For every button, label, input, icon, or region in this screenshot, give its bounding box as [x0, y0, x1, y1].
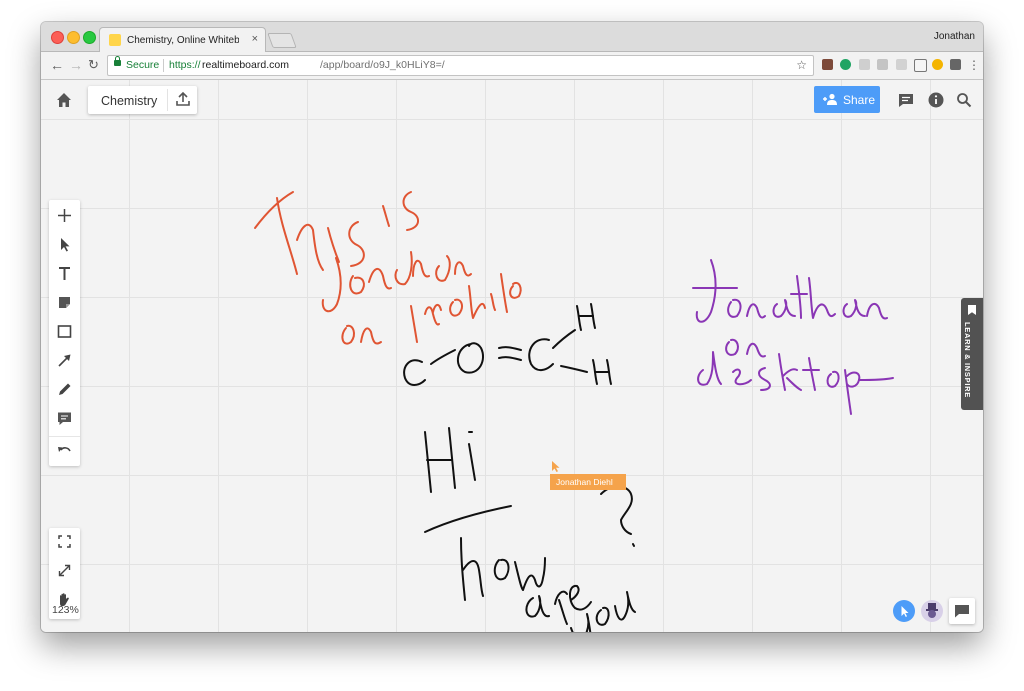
- bookmark-star-icon[interactable]: ☆: [796, 58, 807, 72]
- tab-title: Chemistry, Online Whiteboard: [127, 35, 239, 46]
- rectangle-icon[interactable]: [55, 322, 74, 341]
- collaborator-cursor-label: Jonathan Diehl: [550, 474, 626, 490]
- chemistry-structure: [403, 303, 612, 386]
- desktop-handwriting: [692, 259, 894, 415]
- extension-icon-2[interactable]: [840, 59, 851, 70]
- browser-toolbar: ← → ↻ Secure https:// realtimeboard.com …: [41, 52, 983, 80]
- cursor-mode-button[interactable]: [893, 600, 915, 622]
- add-user-icon: [823, 93, 837, 105]
- bookmark-icon: [968, 305, 976, 315]
- url-scheme: https://: [169, 59, 201, 71]
- browser-tab[interactable]: Chemistry, Online Whiteboard ×: [99, 27, 266, 53]
- pointer-icon: [901, 606, 909, 617]
- share-button[interactable]: Share: [814, 86, 880, 113]
- forward-icon[interactable]: →: [69, 55, 83, 75]
- open-chat-button[interactable]: [949, 598, 975, 624]
- cast-icon[interactable]: [914, 59, 927, 72]
- browser-menu-icon[interactable]: ⋮: [968, 55, 980, 75]
- extension-icon-5[interactable]: [896, 59, 907, 70]
- sticky-note-icon[interactable]: [55, 293, 74, 312]
- share-label: Share: [843, 93, 876, 107]
- select-arrow-icon[interactable]: [55, 235, 74, 254]
- collaborator-name: Jonathan Diehl: [556, 477, 613, 487]
- extension-icon-1[interactable]: [822, 59, 833, 70]
- pen-icon[interactable]: [55, 380, 74, 399]
- title-divider: [167, 89, 168, 111]
- learn-inspire-panel[interactable]: LEARN & INSPIRE: [961, 298, 983, 410]
- favicon-icon: [109, 34, 121, 46]
- collaborator-cursor-icon: [552, 461, 560, 472]
- browser-window: Chemistry, Online Whiteboard × Jonathan …: [41, 22, 983, 632]
- profile-name[interactable]: Jonathan: [934, 31, 975, 42]
- info-icon[interactable]: [927, 91, 945, 109]
- message-icon: [955, 605, 969, 618]
- tab-strip: Chemistry, Online Whiteboard × Jonathan: [41, 22, 983, 53]
- zoom-level[interactable]: 123%: [52, 604, 79, 616]
- mobile-handwriting: [254, 191, 522, 345]
- chat-icon[interactable]: [897, 91, 915, 109]
- back-icon[interactable]: ←: [50, 55, 64, 75]
- whiteboard-canvas[interactable]: Chemistry Share 123% LEARN & INSPIRE Jon…: [41, 80, 983, 632]
- board-name[interactable]: Chemistry: [101, 94, 157, 108]
- greeting-handwriting: [424, 427, 636, 632]
- address-bar[interactable]: Secure https:// realtimeboard.com /app/b…: [107, 55, 814, 76]
- extension-icon-7[interactable]: [950, 59, 961, 70]
- text-icon[interactable]: [55, 264, 74, 283]
- drawing-layer: [254, 191, 894, 632]
- maximize-window-button[interactable]: [83, 31, 96, 44]
- creation-toolbar: [49, 200, 80, 466]
- fit-screen-icon[interactable]: [55, 532, 74, 551]
- address-divider: [163, 59, 164, 72]
- learn-inspire-label: LEARN & INSPIRE: [963, 322, 972, 398]
- search-icon[interactable]: [955, 91, 973, 109]
- extension-icon-6[interactable]: [932, 59, 943, 70]
- url-host: realtimeboard.com: [202, 59, 289, 71]
- plus-icon[interactable]: [55, 206, 74, 225]
- url-path: /app/board/o9J_k0HLiY8=/: [320, 59, 445, 71]
- connector-arrow-icon[interactable]: [55, 351, 74, 370]
- secure-label: Secure: [126, 59, 160, 71]
- toolbar-divider: [49, 436, 80, 437]
- undo-icon[interactable]: [55, 441, 74, 460]
- tab-close-icon[interactable]: ×: [252, 33, 258, 45]
- avatar-icon: [926, 603, 938, 618]
- extension-icon-3[interactable]: [859, 59, 870, 70]
- collaborator-avatar[interactable]: [921, 600, 943, 622]
- board-title-box[interactable]: Chemistry: [88, 86, 197, 114]
- lock-icon: [114, 56, 121, 66]
- home-icon[interactable]: [54, 90, 74, 110]
- new-tab-button[interactable]: [267, 33, 297, 48]
- close-window-button[interactable]: [51, 31, 64, 44]
- fullscreen-icon[interactable]: [55, 561, 74, 580]
- reload-icon[interactable]: ↻: [88, 55, 99, 75]
- comment-icon[interactable]: [55, 409, 74, 428]
- export-upload-icon[interactable]: [174, 90, 192, 108]
- extension-icon-4[interactable]: [877, 59, 888, 70]
- minimize-window-button[interactable]: [67, 31, 80, 44]
